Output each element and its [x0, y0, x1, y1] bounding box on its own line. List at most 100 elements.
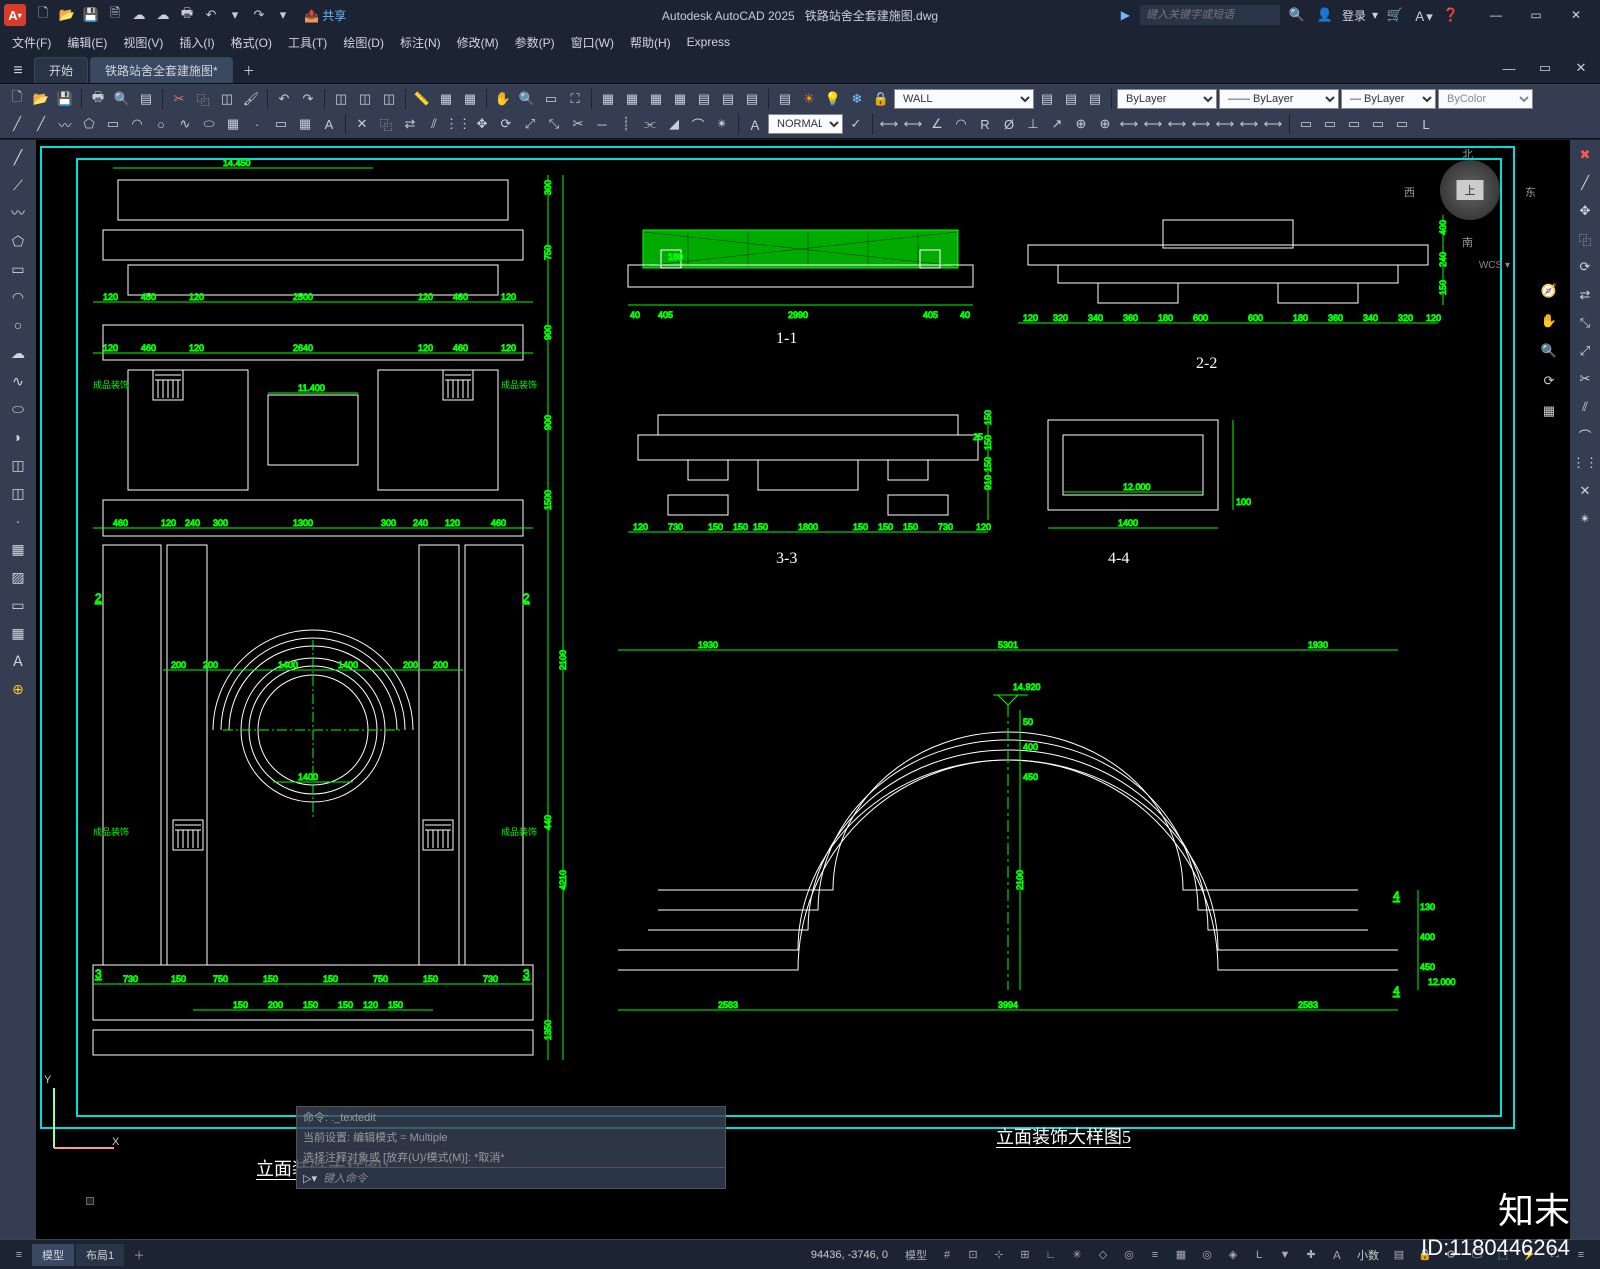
status-3dosnap-icon[interactable]: ◈: [1221, 1244, 1245, 1266]
tool-publish-icon[interactable]: ▤: [135, 88, 157, 110]
dim-radius-icon[interactable]: R: [974, 113, 996, 135]
app-menu-icon[interactable]: Ａ▾: [1412, 4, 1434, 26]
menu-insert[interactable]: 插入(I): [171, 31, 222, 53]
qat-new-icon[interactable]: 🗋: [32, 4, 54, 26]
mod-extend-icon[interactable]: －: [591, 113, 613, 135]
dim-ordinate-icon[interactable]: ⊥: [1022, 113, 1044, 135]
rp-stretch-icon[interactable]: ⤡: [1574, 312, 1596, 334]
dim-edit-icon[interactable]: ⟷: [1118, 113, 1140, 135]
menu-express[interactable]: Express: [679, 31, 738, 53]
status-trans-icon[interactable]: ▦: [1169, 1244, 1193, 1266]
rp-line-icon[interactable]: ╱: [1574, 172, 1596, 194]
pal-mtext-icon[interactable]: Ａ: [4, 648, 32, 674]
dim-arc-icon[interactable]: ◠: [950, 113, 972, 135]
view-vp2-icon[interactable]: ▭: [1319, 113, 1341, 135]
pal-gradient-icon[interactable]: ▨: [4, 564, 32, 590]
tool-list-icon[interactable]: ▦: [459, 88, 481, 110]
tool-pan-icon[interactable]: ✋: [492, 88, 514, 110]
mod-break-icon[interactable]: ┊: [615, 113, 637, 135]
nav-orbit-icon[interactable]: ⟳: [1538, 370, 1560, 392]
mod-trim-icon[interactable]: ✂: [567, 113, 589, 135]
pal-table-icon[interactable]: ▦: [4, 620, 32, 646]
mod-array-icon[interactable]: ⋮⋮: [447, 113, 469, 135]
doc-close-button[interactable]: ✕: [1570, 57, 1592, 79]
tool-zoom-icon[interactable]: 🔍: [516, 88, 538, 110]
window-close-button[interactable]: ✕: [1556, 1, 1596, 29]
view-vp3-icon[interactable]: ▭: [1343, 113, 1365, 135]
rp-rotate-icon[interactable]: ⟳: [1574, 256, 1596, 278]
status-custom-icon[interactable]: ≡: [1569, 1244, 1593, 1266]
text-check-icon[interactable]: ✓: [845, 113, 867, 135]
tool-prop1-icon[interactable]: ▦: [597, 88, 619, 110]
status-cycle-icon[interactable]: ◎: [1195, 1244, 1219, 1266]
qat-save-icon[interactable]: 💾: [80, 4, 102, 26]
dim-space-icon[interactable]: ⟷: [1214, 113, 1236, 135]
draw-ellipse-icon[interactable]: ⬭: [198, 113, 220, 135]
rp-erase-icon[interactable]: ✕: [1574, 480, 1596, 502]
tool-measure-icon[interactable]: 📏: [411, 88, 433, 110]
tool-prop2-icon[interactable]: ▦: [621, 88, 643, 110]
command-prompt[interactable]: 键入命令: [323, 1170, 367, 1186]
nav-pan-icon[interactable]: ✋: [1538, 310, 1560, 332]
viewcube-west[interactable]: 西: [1404, 184, 1415, 200]
pal-rect-icon[interactable]: ▭: [4, 256, 32, 282]
command-line[interactable]: 命令: ._textedit 当前设置: 编辑模式 = Multiple 选择注…: [296, 1106, 726, 1189]
qat-cloud-open-icon[interactable]: ☁: [128, 4, 150, 26]
rp-copy-icon[interactable]: ⿻: [1574, 228, 1596, 250]
layout1-tab[interactable]: 布局1: [76, 1244, 124, 1266]
text-mtext-icon[interactable]: Ａ: [744, 113, 766, 135]
pal-revcloud-icon[interactable]: ☁: [4, 340, 32, 366]
mod-rotate-icon[interactable]: ⟳: [495, 113, 517, 135]
mod-scale-icon[interactable]: ⤢: [519, 113, 541, 135]
tool-zoomall-icon[interactable]: ⛶: [564, 88, 586, 110]
doc-restore-button[interactable]: ▭: [1534, 57, 1556, 79]
viewcube-east[interactable]: 东: [1525, 184, 1536, 200]
dim-diameter-icon[interactable]: Ø: [998, 113, 1020, 135]
rp-fillet-icon[interactable]: ⌒: [1574, 424, 1596, 446]
dim-aligned-icon[interactable]: ⟷: [902, 113, 924, 135]
draw-pline-icon[interactable]: 〰: [54, 113, 76, 135]
plot-style-selector[interactable]: ByColor: [1438, 89, 1533, 109]
viewcube[interactable]: 北 上 西 东 南: [1420, 160, 1520, 220]
mod-chamfer-icon[interactable]: ◢: [663, 113, 685, 135]
status-model-space-button[interactable]: 模型: [899, 1244, 933, 1266]
status-dyn-icon[interactable]: ⊞: [1013, 1244, 1037, 1266]
tool-save-icon[interactable]: 💾: [54, 88, 76, 110]
dim-cont-icon[interactable]: ⟷: [1166, 113, 1188, 135]
tool-open-icon[interactable]: 📂: [30, 88, 52, 110]
qat-open-icon[interactable]: 📂: [56, 4, 78, 26]
dim-break-icon[interactable]: ⟷: [1238, 113, 1260, 135]
drawing-canvas[interactable]: 成品装饰 成品装饰 成品装饰 成品装饰 14.450 11.400 120 45…: [36, 140, 1570, 1239]
pal-ellipsearc-icon[interactable]: ◗: [4, 424, 32, 450]
status-gizmo-icon[interactable]: ✚: [1299, 1244, 1323, 1266]
model-tab[interactable]: 模型: [32, 1244, 74, 1266]
nav-wheel-icon[interactable]: 🧭: [1538, 280, 1560, 302]
command-caret-icon[interactable]: ▷▾: [303, 1172, 317, 1185]
app-logo[interactable]: A▾: [4, 4, 26, 26]
qat-undo-drop-icon[interactable]: ▾: [224, 4, 246, 26]
tool-layer2-icon[interactable]: ▤: [717, 88, 739, 110]
rp-explode-icon[interactable]: ✴: [1574, 508, 1596, 530]
dim-leader-icon[interactable]: ↗: [1046, 113, 1068, 135]
rp-mirror-icon[interactable]: ⇄: [1574, 284, 1596, 306]
dim-linear-icon[interactable]: ⟷: [878, 113, 900, 135]
pal-circle-icon[interactable]: ○: [4, 312, 32, 338]
layer-prop-icon[interactable]: ▤: [774, 88, 796, 110]
view-named-icon[interactable]: ▭: [1391, 113, 1413, 135]
window-maximize-button[interactable]: ▭: [1516, 1, 1556, 29]
pal-pline-icon[interactable]: 〰: [4, 200, 32, 226]
qat-redo-drop-icon[interactable]: ▾: [272, 4, 294, 26]
search-icon[interactable]: 🔍: [1286, 4, 1308, 26]
rp-move-icon[interactable]: ✥: [1574, 200, 1596, 222]
linetype-selector[interactable]: —— ByLayer: [1219, 89, 1339, 109]
status-units[interactable]: 小数: [1351, 1244, 1385, 1266]
pal-xline-icon[interactable]: ⟋: [4, 172, 32, 198]
tool-prop4-icon[interactable]: ▦: [669, 88, 691, 110]
help-search-input[interactable]: [1140, 5, 1280, 25]
dim-center-icon[interactable]: ⊕: [1094, 113, 1116, 135]
window-minimize-button[interactable]: —: [1476, 1, 1516, 29]
tool-preview-icon[interactable]: 🔍: [111, 88, 133, 110]
status-dyn-ucs-icon[interactable]: L: [1247, 1244, 1271, 1266]
layer-match-icon[interactable]: ▤: [1084, 88, 1106, 110]
tool-matchprop-icon[interactable]: 🖌: [240, 88, 262, 110]
